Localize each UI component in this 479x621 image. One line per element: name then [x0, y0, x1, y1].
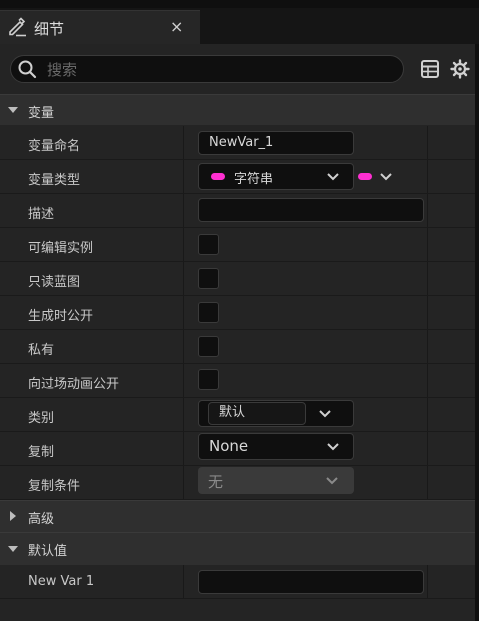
- variable-type-value: 字符串: [234, 172, 274, 187]
- gear-icon[interactable]: [450, 58, 470, 80]
- details-tab[interactable]: 细节 ×: [0, 10, 200, 44]
- section-variable-label: 变量: [28, 106, 55, 121]
- table-icon[interactable]: [420, 59, 440, 79]
- close-icon[interactable]: ×: [170, 17, 183, 36]
- chevron-down-icon: [8, 107, 18, 113]
- chevron-down-icon: [8, 546, 18, 552]
- replication-condition-label: 复制条件: [28, 479, 81, 494]
- row-expose-on-spawn: 生成时公开: [0, 296, 475, 330]
- column-divider: [427, 398, 428, 431]
- string-pin-icon: [211, 173, 225, 180]
- replication-label: 复制: [28, 445, 55, 460]
- row-description: 描述: [0, 194, 475, 228]
- column-divider: [427, 228, 428, 261]
- section-advanced[interactable]: 高级: [0, 500, 475, 532]
- window-top-strip: [0, 0, 479, 8]
- replication-condition-dropdown[interactable]: 无: [198, 467, 354, 494]
- chevron-down-icon: [326, 477, 338, 485]
- column-divider: [427, 330, 428, 363]
- row-expose-cinematics: 向过场动画公开: [0, 364, 475, 398]
- column-divider: [183, 330, 184, 363]
- column-divider: [427, 296, 428, 329]
- variable-type-label: 变量类型: [28, 173, 81, 188]
- column-divider: [183, 228, 184, 261]
- expose-on-spawn-checkbox[interactable]: [198, 302, 219, 323]
- column-divider: [183, 432, 184, 465]
- private-checkbox[interactable]: [198, 336, 219, 357]
- row-variable-type: 变量类型 字符串: [0, 160, 475, 194]
- column-divider: [427, 194, 428, 227]
- edit-icon: [9, 17, 26, 37]
- private-label: 私有: [28, 343, 55, 358]
- expose-on-spawn-label: 生成时公开: [28, 309, 94, 324]
- search-icon: [18, 60, 37, 79]
- category-label: 类别: [28, 411, 55, 426]
- description-label: 描述: [28, 207, 55, 222]
- column-divider: [427, 160, 428, 193]
- section-advanced-label: 高级: [28, 512, 55, 527]
- variable-name-label: 变量命名: [28, 139, 81, 154]
- blueprint-readonly-checkbox[interactable]: [198, 268, 219, 289]
- column-divider: [183, 262, 184, 295]
- row-private: 私有: [0, 330, 475, 364]
- row-blueprint-readonly: 只读蓝图: [0, 262, 475, 296]
- row-category: 类别 默认: [0, 398, 475, 432]
- search-input[interactable]: [45, 58, 389, 82]
- blueprint-readonly-label: 只读蓝图: [28, 275, 81, 290]
- category-combobox[interactable]: 默认: [198, 400, 354, 427]
- chevron-down-icon: [380, 173, 392, 181]
- default-value-field[interactable]: [198, 570, 424, 594]
- replication-value: None: [209, 437, 249, 455]
- variable-name-field[interactable]: NewVar_1: [198, 131, 354, 155]
- row-default-variable: New Var 1: [0, 565, 475, 599]
- chevron-down-icon: [327, 443, 339, 451]
- column-divider: [183, 364, 184, 397]
- column-divider: [183, 466, 184, 499]
- section-default-value[interactable]: 默认值: [0, 532, 475, 565]
- column-divider: [183, 398, 184, 431]
- row-instance-editable: 可编辑实例: [0, 228, 475, 262]
- column-divider: [427, 466, 428, 499]
- column-divider: [183, 160, 184, 193]
- column-divider: [427, 262, 428, 295]
- column-divider: [183, 194, 184, 227]
- category-field[interactable]: 默认: [208, 402, 306, 425]
- instance-editable-checkbox[interactable]: [198, 234, 219, 255]
- row-replication-condition: 复制条件 无: [0, 466, 475, 500]
- row-variable-name: 变量命名 NewVar_1: [0, 126, 475, 160]
- chevron-down-icon[interactable]: [319, 409, 331, 419]
- scrollbar[interactable]: [475, 44, 479, 621]
- tab-title: 细节: [34, 20, 65, 38]
- chevron-right-icon: [10, 511, 16, 521]
- variable-type-dropdown[interactable]: 字符串: [198, 163, 354, 190]
- row-replication: 复制 None: [0, 432, 475, 466]
- chevron-down-icon: [327, 173, 339, 181]
- column-divider: [183, 565, 184, 598]
- column-divider: [183, 126, 184, 159]
- container-type-dropdown[interactable]: [358, 168, 398, 186]
- search-bar[interactable]: [10, 55, 404, 83]
- default-variable-label: New Var 1: [28, 574, 95, 589]
- column-divider: [427, 565, 428, 598]
- column-divider: [183, 296, 184, 329]
- description-field[interactable]: [198, 198, 424, 222]
- expose-cinematics-label: 向过场动画公开: [28, 377, 120, 392]
- single-pin-icon: [358, 173, 372, 180]
- section-default-value-label: 默认值: [28, 544, 68, 559]
- tab-bar-empty: [200, 10, 479, 44]
- replication-dropdown[interactable]: None: [198, 433, 354, 460]
- column-divider: [427, 432, 428, 465]
- column-divider: [427, 126, 428, 159]
- instance-editable-label: 可编辑实例: [28, 241, 94, 256]
- replication-condition-value: 无: [208, 473, 224, 491]
- section-variable[interactable]: 变量: [0, 94, 475, 125]
- column-divider: [427, 364, 428, 397]
- expose-cinematics-checkbox[interactable]: [198, 369, 219, 390]
